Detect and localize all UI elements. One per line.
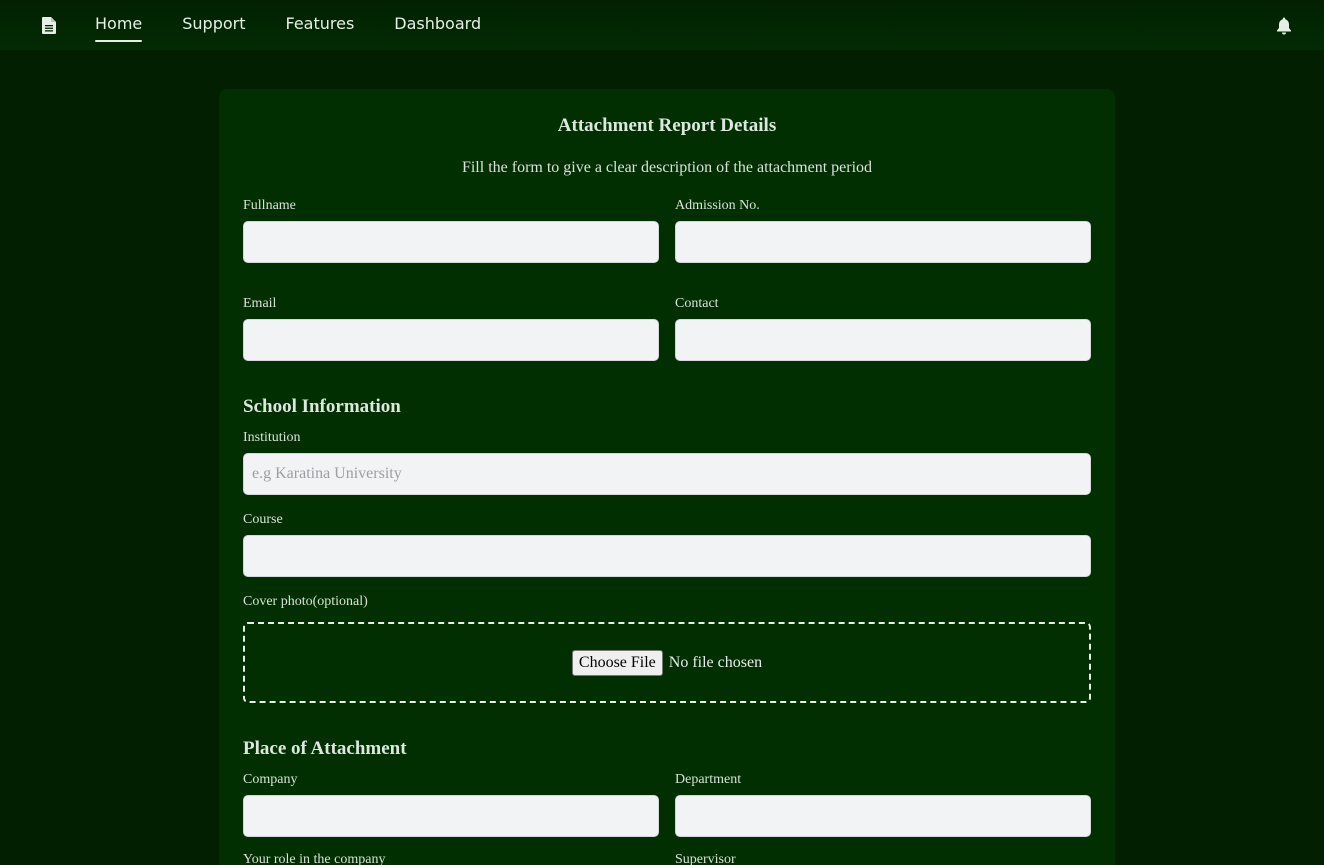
attachment-place-heading: Place of Attachment <box>243 738 407 759</box>
admission-label: Admission No. <box>675 198 760 213</box>
top-navbar: Home Support Features Dashboard <box>0 0 1324 50</box>
fullname-input[interactable] <box>243 221 659 263</box>
cover-photo-dropzone[interactable]: Choose File No file chosen <box>243 622 1091 703</box>
department-label: Department <box>675 772 742 787</box>
file-status-text: No file chosen <box>668 653 763 671</box>
course-input[interactable] <box>243 535 1091 577</box>
bell-icon[interactable] <box>1276 17 1292 35</box>
institution-input[interactable] <box>243 453 1091 495</box>
admission-input[interactable] <box>675 221 1091 263</box>
course-label: Course <box>243 512 283 527</box>
supervisor-label: Supervisor <box>675 852 736 865</box>
form-title: Attachment Report Details <box>557 115 777 136</box>
role-label: Your role in the company <box>243 852 386 865</box>
attachment-form-card: Attachment Report Details Fill the form … <box>219 89 1115 865</box>
form-subtitle: Fill the form to give a clear descriptio… <box>461 159 873 176</box>
nav-link-home[interactable]: Home <box>95 14 143 42</box>
nav-link-features[interactable]: Features <box>286 14 355 39</box>
nav-link-support[interactable]: Support <box>182 14 245 39</box>
nav-link-dashboard[interactable]: Dashboard <box>394 14 481 39</box>
contact-input[interactable] <box>675 319 1091 361</box>
company-label: Company <box>243 772 298 787</box>
choose-file-button[interactable]: Choose File <box>571 649 663 676</box>
institution-label: Institution <box>243 430 301 445</box>
department-input[interactable] <box>675 795 1091 837</box>
email-label: Email <box>243 296 277 311</box>
company-input[interactable] <box>243 795 659 837</box>
fullname-label: Fullname <box>243 198 296 213</box>
document-icon[interactable] <box>42 17 56 34</box>
school-info-heading: School Information <box>243 396 401 417</box>
contact-label: Contact <box>675 296 719 311</box>
cover-photo-label: Cover photo(optional) <box>243 594 368 609</box>
email-input[interactable] <box>243 319 659 361</box>
nav-links: Home Support Features Dashboard <box>95 14 481 42</box>
